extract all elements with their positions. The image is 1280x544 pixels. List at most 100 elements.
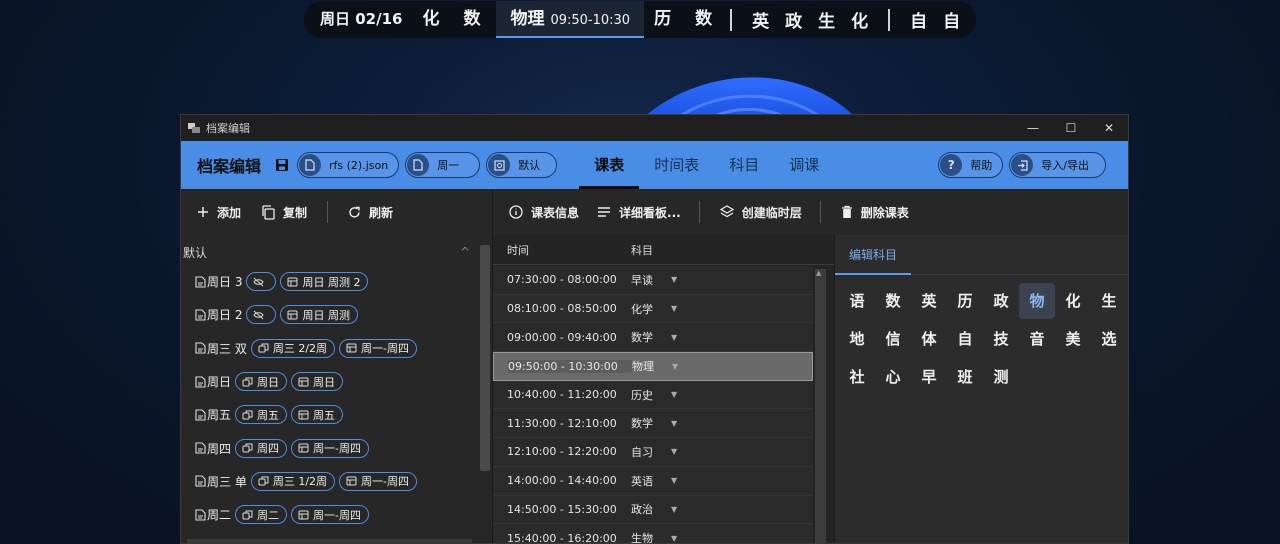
profile-item[interactable]: 周五 周五 周五	[181, 398, 492, 431]
subject-cell[interactable]: 政治	[631, 501, 671, 517]
subject-cell[interactable]: 生物	[631, 530, 671, 543]
time-cell[interactable]: 07:30:00 - 08:00:00	[507, 273, 631, 286]
time-cell[interactable]: 14:50:00 - 15:30:00	[507, 503, 631, 516]
subject-cell[interactable]: 英语	[631, 473, 671, 489]
profile-item[interactable]: 周三 双 周三 2/2周 周一-周四	[181, 332, 492, 365]
profile-tag[interactable]: 周二	[235, 505, 288, 525]
refresh-button[interactable]: 刷新	[348, 204, 393, 221]
schedule-row[interactable]: 07:30:00 - 08:00:00 早读 ▼	[493, 266, 813, 295]
tab-schedule[interactable]: 课表	[579, 141, 640, 189]
profile-tag[interactable]	[246, 272, 277, 292]
subject-button[interactable]: 语	[839, 283, 875, 319]
profile-tag[interactable]: 周日	[291, 372, 344, 392]
subject-button[interactable]: 地	[839, 321, 875, 357]
profile-tag[interactable]	[246, 305, 277, 325]
profile-tag[interactable]: 周四	[235, 438, 288, 458]
subject-button[interactable]: 心	[875, 359, 911, 395]
subject-button[interactable]: 自	[947, 321, 983, 357]
schedule-row[interactable]: 10:40:00 - 11:20:00 历史 ▼	[493, 380, 813, 410]
profile-group-header[interactable]: 默认 ^	[181, 239, 492, 265]
copy-button[interactable]: 复制	[261, 204, 307, 221]
profile-tag[interactable]: 周一-周四	[339, 338, 418, 358]
detail-board-button[interactable]: 详细看板...	[597, 204, 681, 221]
subject-button[interactable]: 班	[947, 359, 983, 395]
create-temp-layer-button[interactable]: 创建临时层	[719, 204, 802, 221]
tab-subjects[interactable]: 科目	[714, 141, 774, 189]
schedule-row[interactable]: 09:00:00 - 09:40:00 数学 ▼	[493, 323, 813, 353]
scrollbar[interactable]	[815, 269, 826, 543]
subject-cell[interactable]: 早读	[631, 272, 671, 288]
profile-tag[interactable]: 周五	[291, 405, 344, 425]
subject-button[interactable]: 音	[1019, 321, 1055, 357]
dropdown-arrow-icon[interactable]: ▼	[671, 275, 677, 284]
schedule-row[interactable]: 14:50:00 - 15:30:00 政治 ▼	[493, 495, 813, 525]
default-pill[interactable]: 默认	[486, 152, 558, 178]
subject-button[interactable]: 社	[839, 359, 875, 395]
time-cell[interactable]: 09:50:00 - 10:30:00	[508, 359, 632, 373]
dropdown-arrow-icon[interactable]: ▼	[672, 362, 678, 371]
profile-tag[interactable]: 周五	[235, 405, 288, 425]
day-pill[interactable]: 周一	[405, 152, 481, 178]
subject-button[interactable]: 历	[947, 283, 983, 319]
time-cell[interactable]: 08:10:00 - 08:50:00	[507, 302, 631, 315]
profile-item[interactable]: 周二 周二 周一-周四	[181, 498, 492, 531]
schedule-row[interactable]: 12:10:00 - 12:20:00 自习 ▼	[493, 438, 813, 467]
schedule-row[interactable]: 08:10:00 - 08:50:00 化学 ▼	[493, 294, 813, 324]
profile-tag[interactable]: 周一-周四	[291, 438, 369, 458]
dropdown-arrow-icon[interactable]: ▼	[671, 534, 677, 543]
schedule-row[interactable]: 14:00:00 - 14:40:00 英语 ▼	[493, 466, 813, 496]
time-cell[interactable]: 12:10:00 - 12:20:00	[507, 445, 631, 458]
close-button[interactable]: ✕	[1090, 121, 1128, 135]
import-export-button[interactable]: 导入/导出	[1009, 152, 1106, 178]
dropdown-arrow-icon[interactable]: ▼	[671, 476, 677, 485]
minimize-button[interactable]: —	[1014, 121, 1052, 135]
time-cell[interactable]: 11:30:00 - 12:10:00	[507, 417, 631, 430]
schedule-row[interactable]: 15:40:00 - 16:20:00 生物 ▼	[493, 524, 813, 543]
dropdown-arrow-icon[interactable]: ▼	[671, 333, 677, 342]
tab-timetable[interactable]: 时间表	[639, 141, 714, 189]
help-button[interactable]: ? 帮助	[938, 152, 1004, 178]
dropdown-arrow-icon[interactable]: ▼	[671, 390, 677, 399]
subject-button[interactable]: 英	[911, 283, 947, 319]
profile-tag[interactable]: 周三 1/2周	[250, 471, 336, 491]
add-button[interactable]: 添加	[197, 204, 241, 221]
tab-swap-class[interactable]: 调课	[774, 141, 834, 189]
time-cell[interactable]: 14:00:00 - 14:40:00	[507, 474, 631, 487]
subject-button[interactable]: 体	[911, 321, 947, 357]
profile-item[interactable]: 周四 周四 周一-周四	[181, 431, 492, 464]
time-cell[interactable]: 10:40:00 - 11:20:00	[507, 388, 631, 401]
dropdown-arrow-icon[interactable]: ▼	[671, 419, 677, 428]
profile-tag[interactable]: 周日 周测	[280, 305, 358, 325]
subject-cell[interactable]: 数学	[631, 415, 671, 431]
subject-button[interactable]: 化	[1055, 283, 1091, 319]
dropdown-arrow-icon[interactable]: ▼	[671, 447, 677, 456]
subject-button[interactable]: 生	[1091, 283, 1127, 319]
time-cell[interactable]: 15:40:00 - 16:20:00	[507, 532, 631, 543]
profile-tag[interactable]: 周一-周四	[339, 471, 418, 491]
profile-tag[interactable]: 周日 周测 2	[280, 272, 369, 292]
chevron-up-icon[interactable]: ^	[460, 245, 470, 259]
schedule-row[interactable]: 11:30:00 - 12:10:00 数学 ▼	[493, 409, 813, 439]
profile-item[interactable]: 周日 周日 周日	[181, 365, 492, 398]
schedule-row[interactable]: 09:50:00 - 10:30:00 物理 ▼	[493, 352, 813, 381]
time-cell[interactable]: 09:00:00 - 09:40:00	[507, 331, 631, 344]
file-pill[interactable]: rfs (2).json	[297, 152, 400, 178]
subject-button[interactable]: 数	[875, 283, 911, 319]
subject-button[interactable]: 信	[875, 321, 911, 357]
subject-button[interactable]: 物	[1019, 283, 1055, 319]
maximize-button[interactable]: ☐	[1052, 121, 1090, 135]
tab-edit-subjects[interactable]: 编辑科目	[835, 235, 911, 275]
subject-cell[interactable]: 数学	[631, 329, 671, 345]
subject-button[interactable]: 美	[1055, 321, 1091, 357]
delete-schedule-button[interactable]: 删除课表	[841, 204, 909, 221]
subject-button[interactable]: 政	[983, 283, 1019, 319]
subject-cell[interactable]: 化学	[631, 301, 671, 317]
subject-button[interactable]: 早	[911, 359, 947, 395]
subject-cell[interactable]: 历史	[631, 387, 671, 403]
scrollbar[interactable]	[480, 245, 490, 471]
subject-button[interactable]: 选	[1091, 321, 1127, 357]
profile-item[interactable]: 周日 3 周日 周测 2	[181, 265, 492, 298]
profile-tag[interactable]: 周三 2/2周	[250, 338, 336, 358]
dropdown-arrow-icon[interactable]: ▼	[671, 505, 677, 514]
dropdown-arrow-icon[interactable]: ▼	[671, 304, 677, 313]
